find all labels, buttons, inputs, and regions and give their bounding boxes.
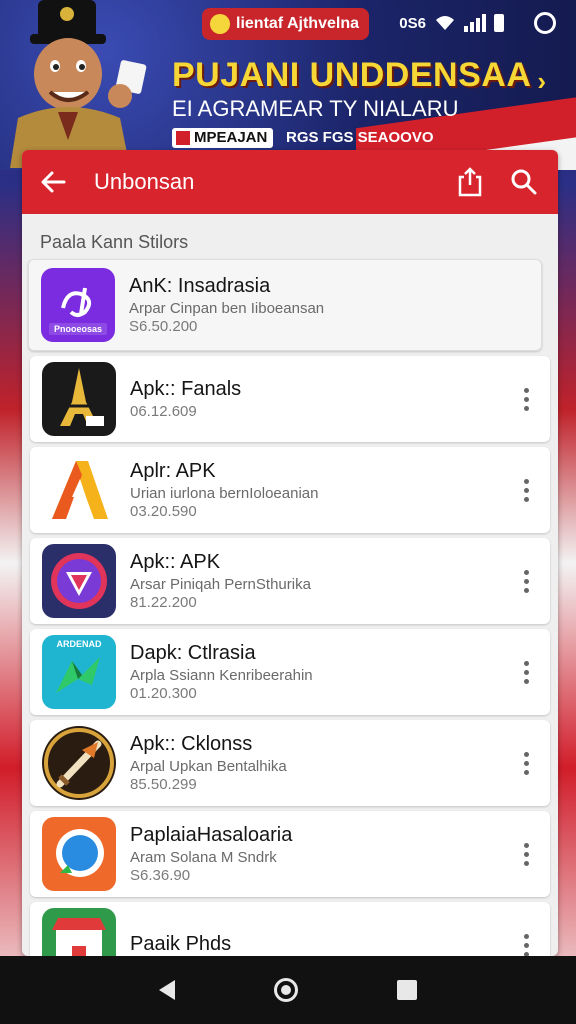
signal-icon (464, 14, 486, 32)
more-vert-icon[interactable] (514, 743, 538, 783)
nav-recents-icon[interactable] (396, 980, 417, 1000)
share-icon[interactable] (450, 162, 490, 202)
app-name: Apk:: Fanals (130, 378, 242, 400)
status-bar: 0S6 (399, 12, 556, 34)
store-icon (42, 908, 116, 956)
app-name: AnK: Insadrasia (129, 275, 271, 297)
app-description: Aram Solana M Sndrk (130, 849, 277, 866)
promo-banner[interactable]: lientaf Ajthvelna 0S6 PUJANI UNDDENSAA ›… (0, 0, 576, 170)
app-description: Arpla Ssiann Kenribeerahin (130, 667, 313, 684)
app-size: S6.36.90 (130, 867, 191, 884)
app-logo-icon: Pnooeosas (41, 268, 115, 342)
promo-tag: MPEAJAN (172, 128, 274, 148)
circle-status-icon (534, 12, 556, 34)
toolbar: Unbonsan (22, 150, 558, 214)
app-name: Apk:: APK (130, 551, 221, 573)
play-triangle-icon (42, 544, 116, 618)
app-name: PaplaiaHasaloaria (130, 824, 293, 846)
back-arrow-icon[interactable] (36, 165, 70, 199)
more-vert-icon[interactable] (514, 834, 538, 874)
letter-a-icon (42, 453, 116, 527)
app-size: 85.50.299 (130, 776, 197, 793)
app-name: Apk:: Cklonss (130, 733, 253, 755)
app-size: 81.22.200 (130, 594, 197, 611)
app-list-item[interactable]: Aplr: APK Urian iurlona bernIoloeanian 0… (30, 447, 550, 533)
app-name: Dapk: Ctlrasia (130, 642, 256, 664)
app-window: Unbonsan Paala Kann Stilors Pnooeosas An… (22, 150, 558, 956)
tag-flag-icon (176, 131, 190, 145)
chat-bubble-icon (42, 817, 116, 891)
more-vert-icon[interactable] (514, 652, 538, 692)
app-list-item[interactable]: ARDENAD Dapk: Ctlrasia Arpla Ssiann Kenr… (30, 629, 550, 715)
green-bird-icon: ARDENAD (42, 635, 116, 709)
sword-emblem-icon (42, 726, 116, 800)
app-logo-label: Pnooeosas (53, 324, 102, 334)
app-size: 01.20.300 (130, 685, 197, 702)
app-description: Arsar Piniqah PernSthurika (130, 576, 311, 593)
app-description: Urian iurlona bernIoloeanian (130, 485, 319, 502)
section-label: Paala Kann Stilors (40, 232, 189, 252)
app-name: Aplr: APK (130, 460, 216, 482)
battery-icon (494, 14, 504, 32)
toolbar-title: Unbonsan (94, 169, 195, 194)
chevron-right-icon[interactable]: › (537, 66, 546, 97)
more-vert-icon[interactable] (514, 561, 538, 601)
app-list-item[interactable]: Paaik Phds (30, 902, 550, 956)
app-list: Pnooeosas AnK: Insadrasia Arpar Cinpan b… (22, 259, 558, 956)
promo-subtitle: EI AGRAMEAR TY NIALARU (172, 96, 459, 121)
more-vert-icon[interactable] (514, 470, 538, 510)
notification-pill[interactable]: lientaf Ajthvelna (202, 8, 369, 40)
app-list-item[interactable]: Apk:: Cklonss Arpal Upkan Bentalhika 85.… (30, 720, 550, 806)
app-logo-label: ARDENAD (56, 639, 102, 649)
app-list-item[interactable]: PaplaiaHasaloaria Aram Solana M Sndrk S6… (30, 811, 550, 897)
eiffel-tower-icon (42, 362, 116, 436)
more-vert-icon[interactable] (514, 379, 538, 419)
app-description: Arpar Cinpan ben Iiboeansan (129, 300, 325, 317)
app-size: 03.20.590 (130, 503, 197, 520)
nav-home-icon[interactable] (273, 978, 298, 1002)
notification-leaf-icon (210, 14, 230, 34)
promo-tag-text: MPEAJAN (194, 129, 268, 146)
app-description: Arpal Upkan Bentalhika (130, 758, 287, 775)
more-vert-icon[interactable] (514, 925, 538, 956)
app-list-item[interactable]: Pnooeosas AnK: Insadrasia Arpar Cinpan b… (28, 259, 542, 351)
app-list-item[interactable]: Apk:: APK Arsar Piniqah PernSthurika 81.… (30, 538, 550, 624)
promo-title: PUJANI UNDDENSAA (172, 56, 532, 94)
app-name: Paaik Phds (130, 933, 232, 955)
wifi-icon (436, 16, 454, 30)
app-list-item[interactable]: Apk:: Fanals 06.12.609 (30, 356, 550, 442)
promo-tag-secondary: RGS FGS SEAOOVO (286, 129, 434, 146)
carrier-text: 0S6 (399, 14, 426, 32)
notification-text: lientaf Ajthvelna (236, 15, 359, 32)
nav-back-icon[interactable] (159, 980, 176, 1000)
app-size: 06.12.609 (130, 403, 197, 420)
cartoon-mascot-image (10, 0, 147, 168)
app-size: S6.50.200 (129, 318, 198, 335)
system-nav-bar (0, 956, 576, 1024)
search-icon[interactable] (504, 162, 544, 202)
